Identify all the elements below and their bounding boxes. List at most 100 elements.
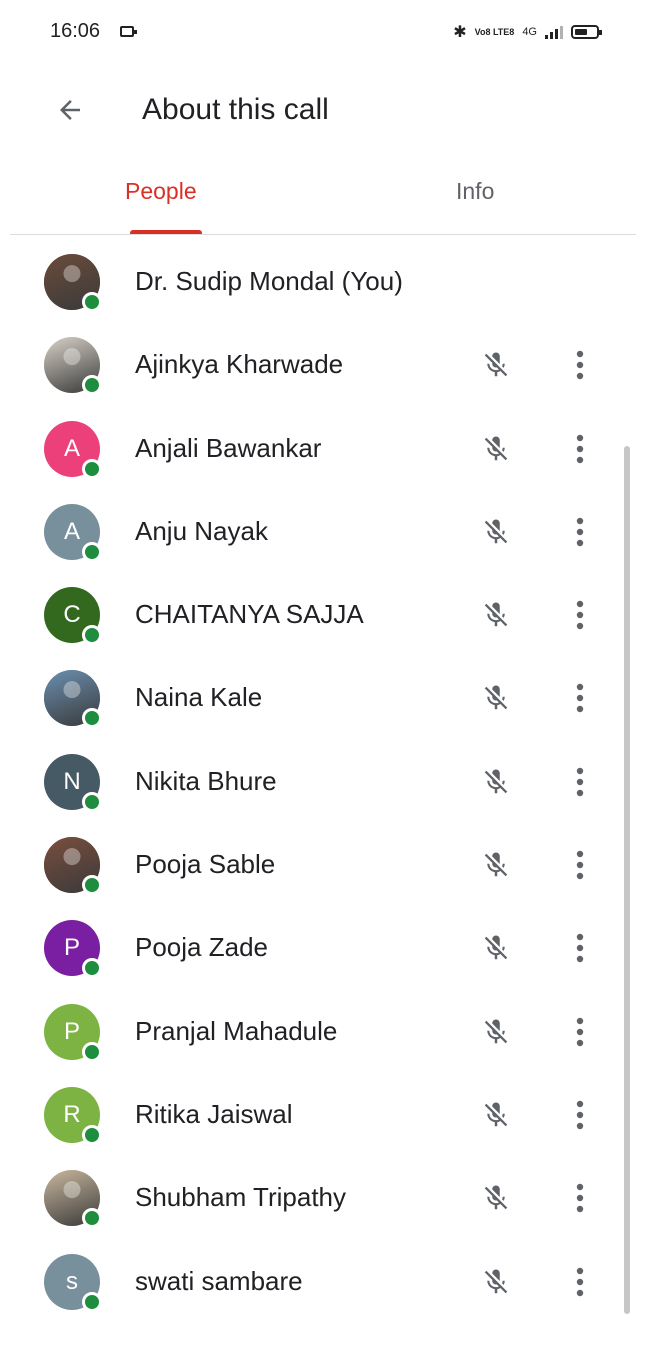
mic-off-icon[interactable] xyxy=(478,1014,514,1050)
mic-off-icon[interactable] xyxy=(478,514,514,550)
avatar: P xyxy=(44,920,102,979)
participant-row[interactable]: R Ritika Jaiswal xyxy=(0,1073,649,1156)
avatar-letter: P xyxy=(63,934,80,962)
avatar-letter: R xyxy=(63,1100,81,1128)
participant-name: swati sambare xyxy=(135,1265,303,1296)
participant-row[interactable]: Dr. Sudip Mondal (You) xyxy=(0,240,649,323)
network-type-label: 4G xyxy=(522,26,537,38)
participant-row[interactable]: Naina Kale xyxy=(0,656,649,739)
avatar xyxy=(44,1170,102,1229)
more-options-icon[interactable] xyxy=(566,347,594,383)
avatar xyxy=(44,670,102,729)
presence-indicator xyxy=(82,1124,102,1145)
participant-row[interactable]: P Pranjal Mahadule xyxy=(0,990,649,1073)
battery-icon xyxy=(571,25,602,39)
avatar-letter: N xyxy=(63,767,81,795)
participant-row[interactable]: s swati sambare xyxy=(0,1240,649,1323)
mic-off-icon[interactable] xyxy=(478,1180,514,1216)
presence-indicator xyxy=(82,875,102,896)
presence-indicator xyxy=(82,541,102,562)
participant-name: Anju Nayak xyxy=(135,515,268,546)
presence-indicator xyxy=(82,292,102,312)
presence-indicator xyxy=(82,1208,102,1229)
presence-indicator xyxy=(82,1041,102,1062)
more-options-icon[interactable] xyxy=(566,1014,594,1050)
tab-indicator xyxy=(130,230,202,234)
participant-name: Nikita Bhure xyxy=(135,765,277,796)
avatar: A xyxy=(44,420,102,479)
participant-row[interactable]: C CHAITANYA SAJJA xyxy=(0,573,649,656)
avatar: C xyxy=(44,587,102,646)
avatar-letter: C xyxy=(63,601,81,629)
more-options-icon[interactable] xyxy=(566,1180,594,1216)
avatar-letter: P xyxy=(63,1017,80,1045)
presence-indicator xyxy=(82,1291,102,1312)
participant-name: Ritika Jaiswal xyxy=(135,1098,293,1129)
avatar xyxy=(44,254,102,312)
participant-name: Anjali Bawankar xyxy=(135,432,322,463)
presence-indicator xyxy=(82,458,102,479)
mic-off-icon[interactable] xyxy=(478,930,514,966)
tab-info[interactable]: Info xyxy=(456,178,494,205)
more-options-icon[interactable] xyxy=(566,431,594,467)
app-bar: About this call xyxy=(0,66,649,152)
screen-cast-icon xyxy=(120,26,137,37)
participant-list[interactable]: Dr. Sudip Mondal (You) Ajinkya Kharwade A A… xyxy=(0,240,649,1351)
presence-indicator xyxy=(82,708,102,729)
participant-name: Pooja Zade xyxy=(135,932,268,963)
presence-indicator xyxy=(82,375,102,396)
status-bar: 16:06 ✱ Vo8 LTE8 4G xyxy=(0,0,649,64)
volte-indicator: Vo8 LTE8 xyxy=(474,26,515,37)
participant-row[interactable]: A Anju Nayak xyxy=(0,490,649,573)
back-button[interactable] xyxy=(50,90,90,130)
mic-off-icon[interactable] xyxy=(478,1097,514,1133)
presence-indicator xyxy=(82,958,102,979)
avatar: N xyxy=(44,753,102,812)
more-options-icon[interactable] xyxy=(566,1097,594,1133)
mic-off-icon[interactable] xyxy=(478,597,514,633)
mic-off-icon[interactable] xyxy=(478,347,514,383)
tab-people[interactable]: People xyxy=(125,178,197,205)
participant-row[interactable]: A Anjali Bawankar xyxy=(0,407,649,490)
avatar: A xyxy=(44,503,102,562)
avatar-letter: A xyxy=(63,434,80,462)
mic-off-icon[interactable] xyxy=(478,764,514,800)
participant-row[interactable]: Ajinkya Kharwade xyxy=(0,323,649,406)
status-time: 16:06 xyxy=(50,20,101,42)
mic-off-icon[interactable] xyxy=(478,1264,514,1300)
presence-indicator xyxy=(82,625,102,646)
participant-name: CHAITANYA SAJJA xyxy=(135,599,364,630)
more-options-icon[interactable] xyxy=(566,1264,594,1300)
participant-row[interactable]: P Pooja Zade xyxy=(0,906,649,989)
page-title: About this call xyxy=(142,93,329,126)
more-options-icon[interactable] xyxy=(566,847,594,883)
avatar: P xyxy=(44,1003,102,1062)
signal-strength-icon xyxy=(545,25,563,39)
participant-name: Dr. Sudip Mondal (You) xyxy=(135,266,403,296)
more-options-icon[interactable] xyxy=(566,597,594,633)
scrollbar[interactable] xyxy=(624,446,630,1314)
more-options-icon[interactable] xyxy=(566,514,594,550)
avatar: R xyxy=(44,1086,102,1145)
participant-row[interactable]: Shubham Tripathy xyxy=(0,1156,649,1239)
avatar-letter: s xyxy=(66,1267,78,1295)
more-options-icon[interactable] xyxy=(566,764,594,800)
avatar-letter: A xyxy=(63,517,80,545)
avatar: s xyxy=(44,1253,102,1312)
bluetooth-icon: ✱ xyxy=(453,24,467,41)
mic-off-icon[interactable] xyxy=(478,431,514,467)
participant-name: Pranjal Mahadule xyxy=(135,1015,338,1046)
avatar xyxy=(44,337,102,396)
participant-row[interactable]: N Nikita Bhure xyxy=(0,740,649,823)
more-options-icon[interactable] xyxy=(566,930,594,966)
participant-row[interactable]: Pooja Sable xyxy=(0,823,649,906)
mic-off-icon[interactable] xyxy=(478,680,514,716)
arrow-back-icon xyxy=(60,100,80,120)
participant-name: Shubham Tripathy xyxy=(135,1182,347,1213)
avatar xyxy=(44,837,102,896)
tab-bar: People Info xyxy=(10,160,636,235)
participant-name: Naina Kale xyxy=(135,682,263,713)
participant-name: Ajinkya Kharwade xyxy=(135,349,344,380)
more-options-icon[interactable] xyxy=(566,680,594,716)
mic-off-icon[interactable] xyxy=(478,847,514,883)
